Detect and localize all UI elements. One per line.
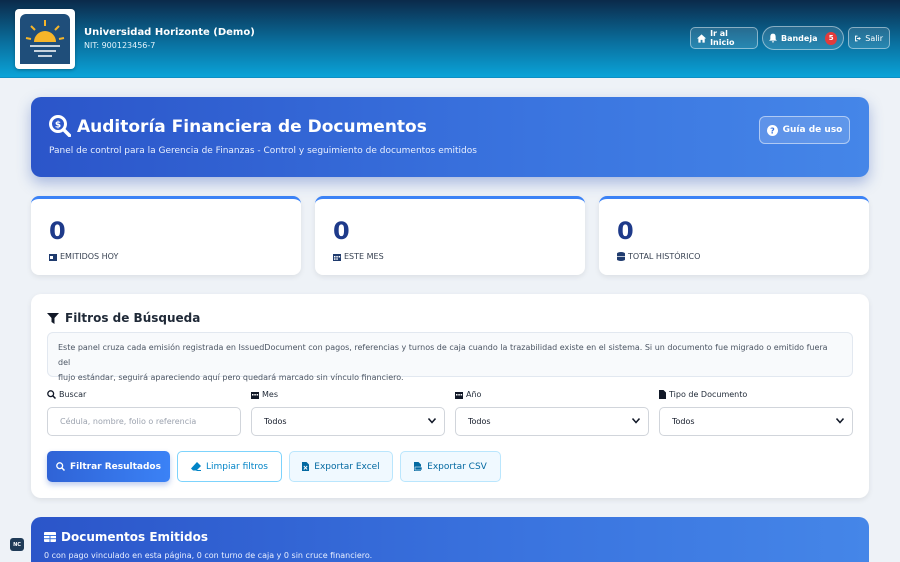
filter-icon — [47, 312, 59, 324]
eraser-icon — [191, 462, 202, 471]
doctype-value: Todos — [672, 417, 695, 426]
info-box: Este panel cruza cada emisión registrada… — [47, 332, 853, 382]
export-excel-label: Exportar Excel — [314, 461, 380, 472]
stat-value: 0 — [333, 217, 350, 245]
month-select[interactable]: Todos — [251, 407, 445, 436]
doctype-label: Tipo de Documento — [659, 390, 747, 399]
file-excel-icon — [302, 462, 310, 471]
guide-button[interactable]: ? Guía de uso — [759, 116, 850, 144]
documents-panel: Documentos Emitidos 0 con pago vinculado… — [31, 517, 869, 562]
search-icon — [56, 462, 66, 471]
search-icon — [47, 390, 56, 399]
question-circle-icon: ? — [766, 124, 778, 136]
stat-card-total: 0 TOTAL HISTÓRICO — [599, 196, 869, 275]
search-label-text: Buscar — [59, 390, 87, 399]
year-value: Todos — [468, 417, 491, 426]
export-csv-button[interactable]: Exportar CSV — [400, 451, 501, 482]
year-label-text: Año — [466, 390, 482, 399]
logout-button[interactable]: Salir — [848, 27, 890, 49]
stat-card-month: 0 ESTE MES — [315, 196, 585, 275]
documents-title-text: Documentos Emitidos — [61, 530, 208, 544]
search-label: Buscar — [47, 390, 86, 399]
inbox-button[interactable]: Bandeja 5 — [762, 26, 844, 50]
month-value: Todos — [264, 417, 287, 426]
filters-title-text: Filtros de Búsqueda — [65, 311, 201, 325]
search-input[interactable]: Cédula, nombre, folio o referencia — [47, 407, 241, 436]
doctype-select[interactable]: Todos — [659, 407, 853, 436]
calendar-icon — [333, 253, 341, 261]
filter-results-label: Filtrar Resultados — [70, 461, 161, 472]
page-hero: $ Auditoría Financiera de Documentos Pan… — [31, 97, 869, 177]
sunrise-logo-icon — [20, 14, 70, 64]
logout-icon — [855, 35, 861, 41]
file-icon — [659, 390, 666, 399]
stat-label-text: TOTAL HISTÓRICO — [628, 252, 701, 261]
database-icon — [617, 252, 625, 261]
home-icon — [697, 33, 707, 43]
bell-icon — [769, 33, 777, 43]
documents-summary: 0 con pago vinculado en esta página, 0 c… — [44, 551, 373, 560]
year-select[interactable]: Todos — [455, 407, 649, 436]
home-label: Ir al Inicio — [710, 29, 735, 47]
org-name: Universidad Horizonte (Demo) — [84, 27, 255, 38]
clear-filters-button[interactable]: Limpiar filtros — [177, 451, 282, 482]
chevron-down-icon — [428, 418, 436, 424]
page-subtitle: Panel de control para la Gerencia de Fin… — [49, 146, 477, 156]
doctype-label-text: Tipo de Documento — [669, 390, 748, 399]
stat-value: 0 — [617, 217, 634, 245]
clear-filters-label: Limpiar filtros — [206, 461, 268, 472]
search-placeholder: Cédula, nombre, folio o referencia — [60, 417, 197, 426]
info-line: flujo estándar, seguirá apareciendo aquí… — [58, 373, 404, 382]
page-title: Auditoría Financiera de Documentos — [77, 117, 427, 137]
table-icon — [44, 532, 56, 542]
chevron-down-icon — [836, 418, 844, 424]
filter-results-button[interactable]: Filtrar Resultados — [47, 451, 170, 482]
inbox-count-badge: 5 — [825, 31, 837, 45]
export-csv-label: Exportar CSV — [427, 461, 487, 472]
stat-card-today: 0 EMITIDOS HOY — [31, 196, 301, 275]
svg-text:?: ? — [770, 126, 775, 135]
stat-value: 0 — [49, 217, 66, 245]
inbox-label: Bandeja — [780, 33, 818, 43]
year-label: Año — [455, 390, 481, 399]
top-header: Universidad Horizonte (Demo) NIT: 900123… — [0, 0, 900, 78]
calendar-icon — [251, 391, 259, 399]
logout-label: Salir — [865, 33, 883, 43]
export-excel-button[interactable]: Exportar Excel — [289, 451, 393, 482]
calendar-icon — [455, 391, 463, 399]
filters-panel: Filtros de Búsqueda Este panel cruza cad… — [31, 294, 869, 498]
stat-label: TOTAL HISTÓRICO — [617, 252, 700, 261]
university-logo[interactable] — [15, 9, 75, 69]
month-label: Mes — [251, 390, 278, 399]
corner-badge[interactable]: NC — [10, 538, 24, 551]
calendar-day-icon — [49, 253, 57, 261]
org-nit: NIT: 900123456-7 — [84, 41, 156, 50]
chevron-down-icon — [632, 418, 640, 424]
stat-label-text: ESTE MES — [344, 252, 384, 261]
home-button[interactable]: Ir al Inicio — [690, 27, 758, 49]
documents-title: Documentos Emitidos — [44, 530, 208, 544]
file-csv-icon — [414, 462, 423, 471]
stat-label: EMITIDOS HOY — [49, 252, 118, 261]
month-label-text: Mes — [262, 390, 278, 399]
info-line: Este panel cruza cada emisión registrada… — [58, 343, 828, 367]
filters-title: Filtros de Búsqueda — [47, 311, 200, 325]
guide-label: Guía de uso — [782, 125, 843, 135]
stat-label-text: EMITIDOS HOY — [60, 252, 119, 261]
stat-label: ESTE MES — [333, 252, 384, 261]
search-dollar-icon: $ — [49, 115, 71, 137]
svg-text:$: $ — [55, 121, 61, 131]
